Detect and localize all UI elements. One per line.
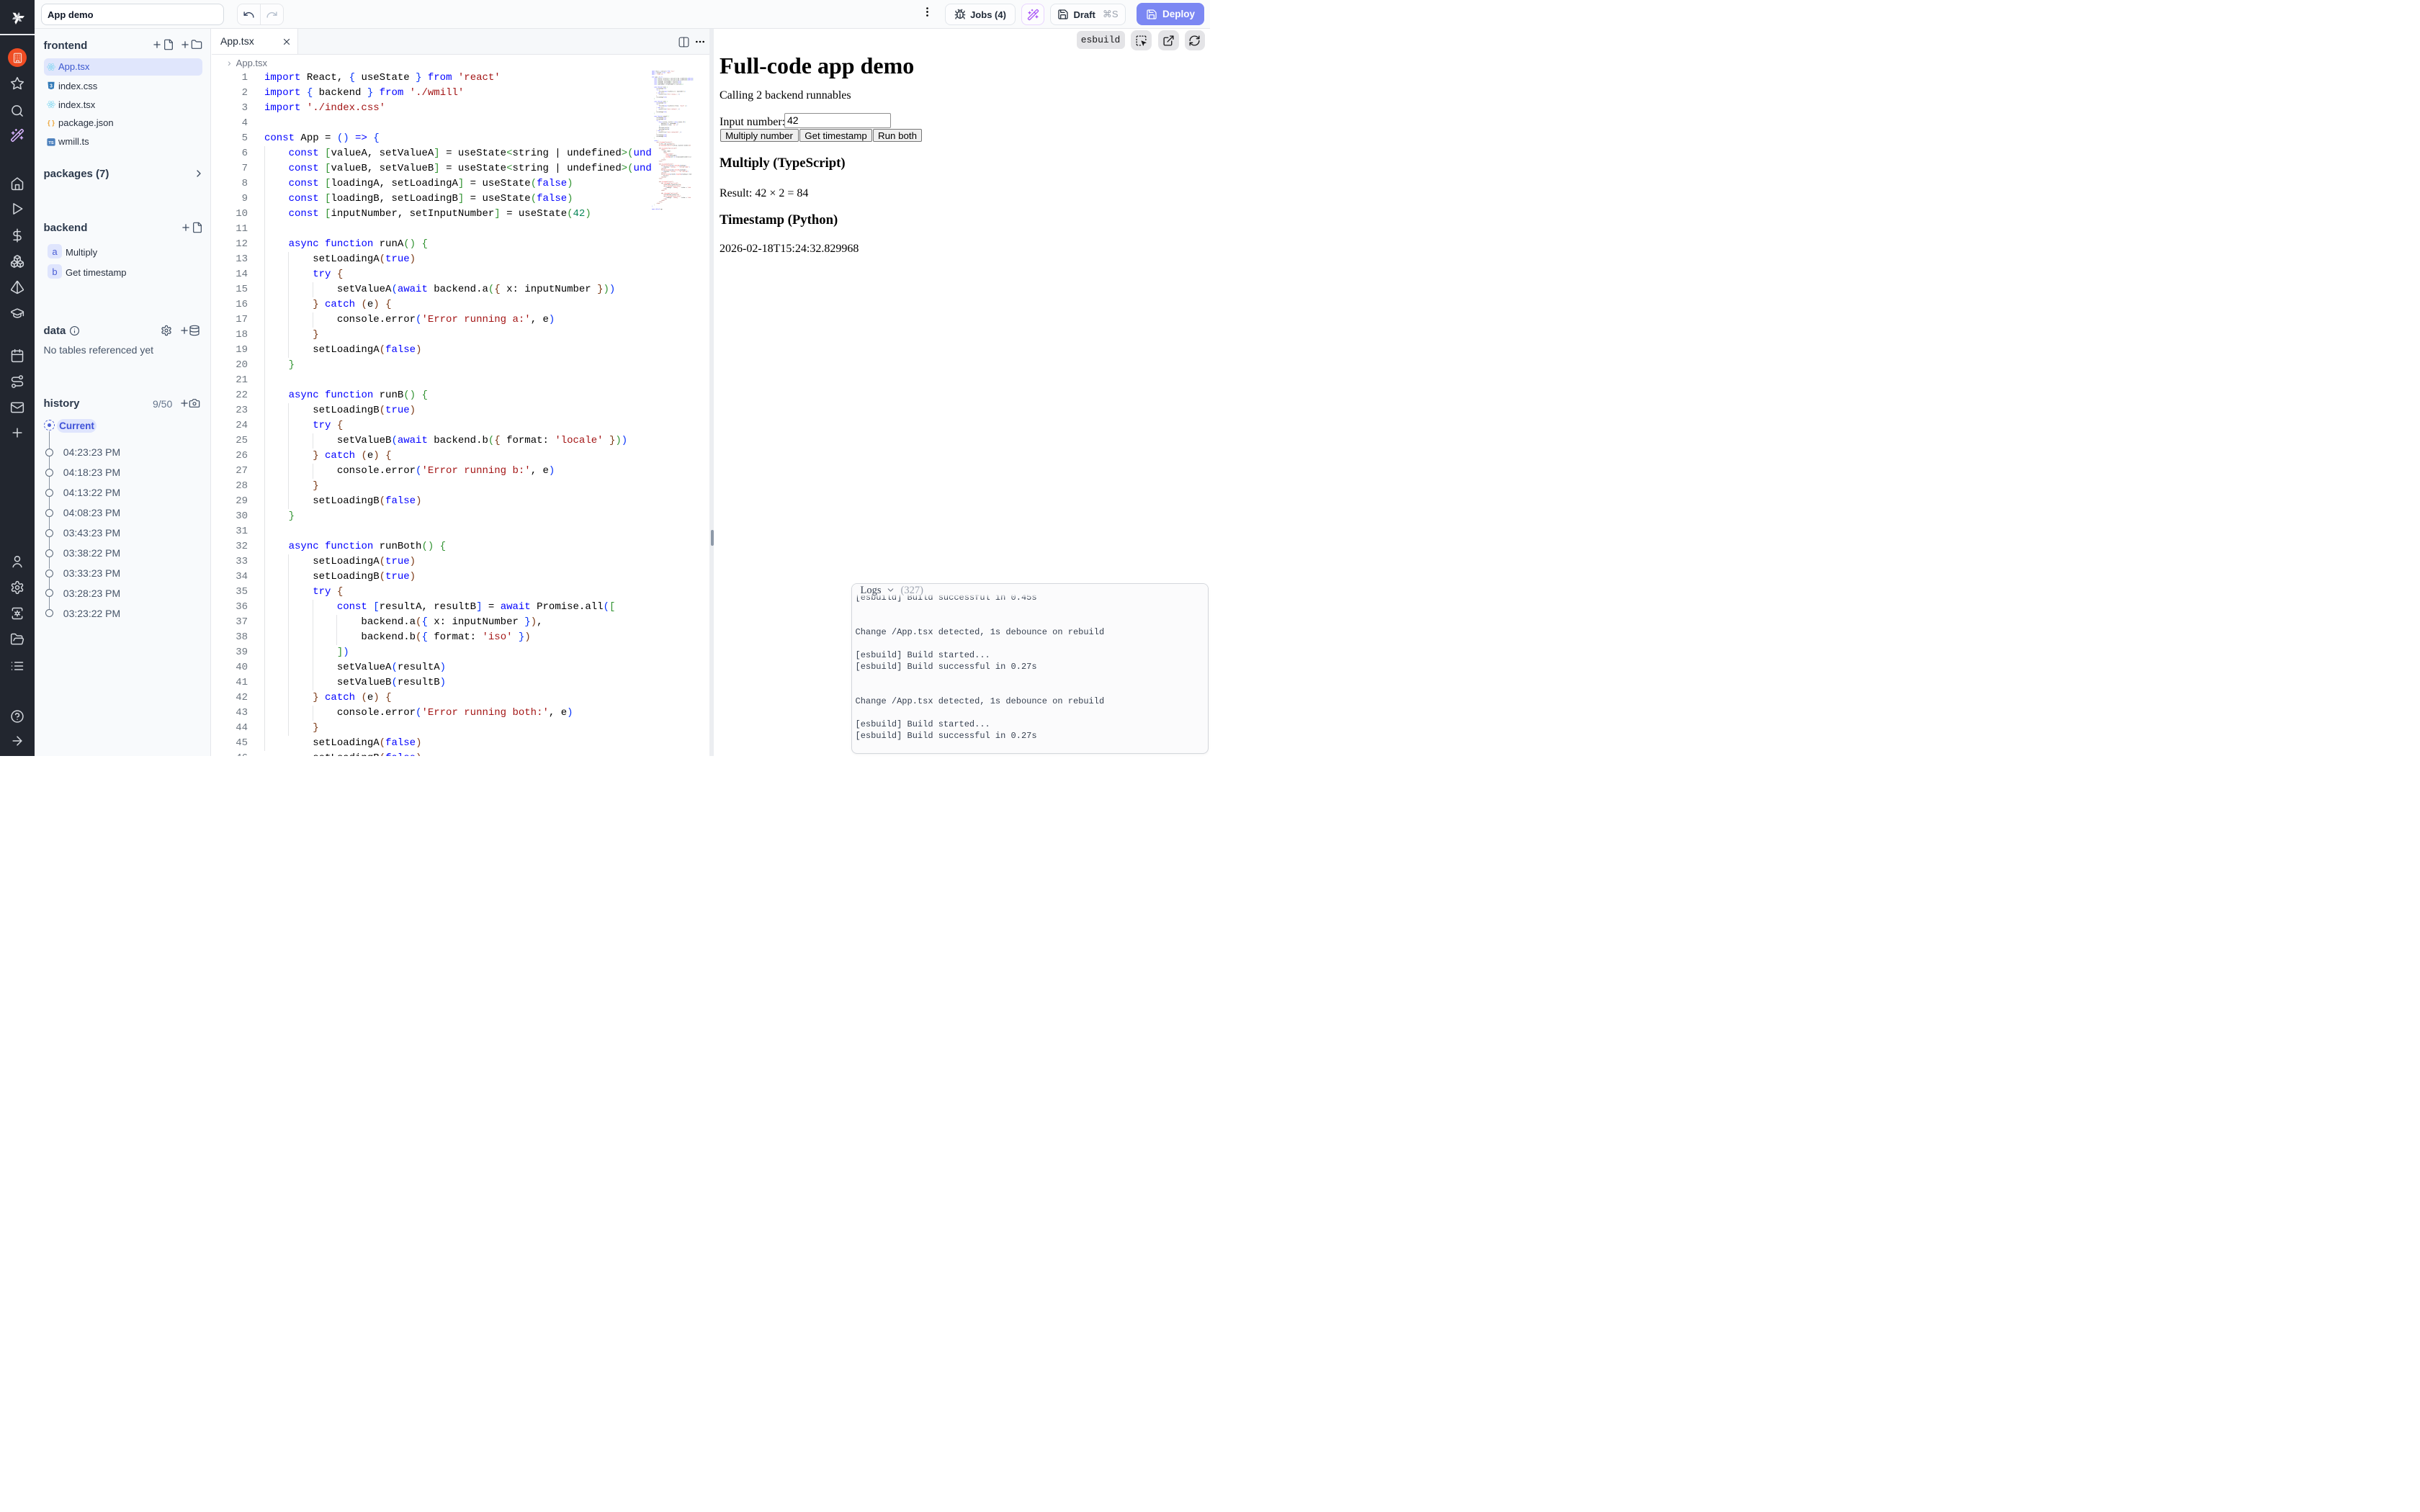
svg-text:3: 3 [50,83,53,89]
svg-text:TS: TS [48,141,53,145]
svg-text:{ }: { } [48,119,55,126]
